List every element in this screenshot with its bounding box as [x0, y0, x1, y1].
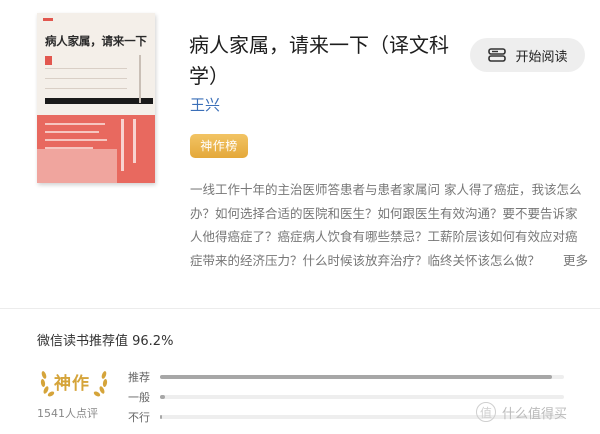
rating-fill — [160, 415, 163, 419]
more-link[interactable]: 更多 — [563, 249, 588, 273]
level-label: 神作 — [54, 374, 90, 394]
rating-track — [160, 375, 564, 379]
rating-track — [160, 395, 564, 399]
more-row: 更多 — [532, 249, 588, 273]
book-description: 一线工作十年的主治医师答患者与患者家属问 家人得了癌症，我该怎么办？如何选择合适… — [190, 178, 588, 273]
publisher-logo — [43, 18, 53, 21]
rating-row-recommend: 推荐 — [128, 367, 598, 387]
start-reading-label: 开始阅读 — [515, 49, 568, 65]
rating-count[interactable]: 1541人点评 — [37, 405, 98, 421]
book-open-icon — [487, 46, 507, 64]
watermark-text: 什么值得买 — [502, 406, 568, 422]
cover-pink-block — [37, 149, 117, 183]
description-text: 一线工作十年的主治医师答患者与患者家属问 家人得了癌症，我该怎么办？如何选择合适… — [190, 182, 582, 269]
rating-fill — [160, 375, 552, 379]
watermark-logo-icon: 值 — [476, 402, 496, 422]
book-title: 病人家属，请来一下（译文科学） — [189, 33, 449, 88]
section-divider — [0, 308, 600, 309]
cover-grid — [45, 68, 127, 100]
site-watermark: 值 什么值得买 — [476, 402, 567, 422]
author-link[interactable]: 王兴 — [190, 94, 220, 115]
cover-title: 病人家属，请来一下 — [45, 34, 147, 48]
rating-row-label: 推荐 — [128, 371, 150, 384]
rating-row-label: 不行 — [128, 411, 150, 424]
recommend-score: 微信读书推荐值 96.2% — [37, 334, 174, 349]
book-cover[interactable]: 病人家属，请来一下 — [37, 13, 155, 183]
cover-side-text — [135, 55, 145, 107]
rank-badge-label: 神作榜 — [200, 139, 238, 153]
rank-badge[interactable]: 神作榜 — [190, 134, 248, 158]
cover-mark — [45, 56, 52, 65]
rating-fill — [160, 395, 165, 399]
laurel-badge: 神作 — [38, 363, 112, 399]
rating-row-label: 一般 — [128, 391, 150, 404]
start-reading-button[interactable]: 开始阅读 — [470, 38, 585, 72]
